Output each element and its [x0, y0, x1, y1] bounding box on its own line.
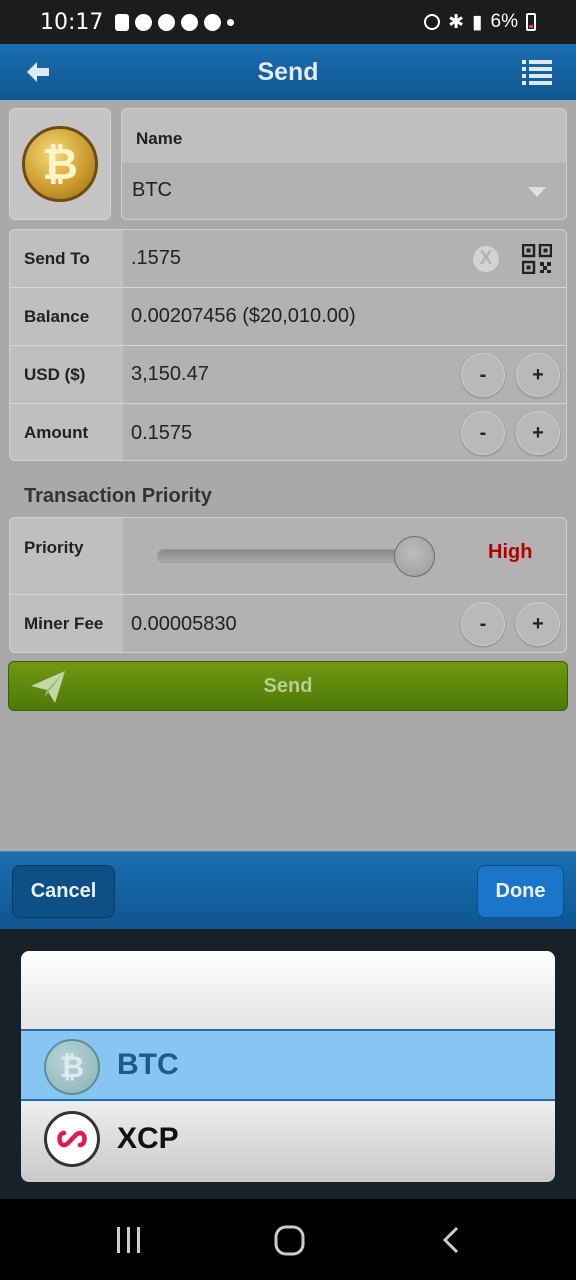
name-label: Name: [136, 129, 183, 148]
picker-option-label: BTC: [117, 1048, 179, 1081]
picker-option-label: XCP: [117, 1122, 179, 1155]
miner-fee-label: Miner Fee: [24, 614, 104, 633]
usd-decrement-button[interactable]: -: [461, 353, 505, 397]
amount-label: Amount: [24, 423, 89, 442]
send-to-row: Send To .1575 X: [10, 230, 566, 288]
done-button[interactable]: Done: [477, 865, 564, 918]
send-to-label: Send To: [24, 248, 90, 268]
system-nav-bar: [0, 1199, 576, 1280]
picker-option-btc[interactable]: ₿ BTC: [21, 1029, 555, 1101]
cancel-button[interactable]: Cancel: [12, 865, 115, 918]
paper-plane-icon: [31, 671, 65, 703]
coin-select[interactable]: BTC: [122, 163, 566, 219]
app-header: Send: [0, 44, 576, 100]
priority-row: Priority High: [10, 518, 566, 595]
priority-level: High: [488, 541, 533, 563]
facebook-icon: [204, 13, 222, 31]
send-form: Send To .1575 X Balance 0.00207456 ($20,…: [9, 229, 567, 461]
usd-row: USD ($) 3,150.47 - +: [10, 346, 566, 404]
fee-decrement-button[interactable]: -: [461, 602, 505, 646]
coin-picker-wheel[interactable]: ₿ BTC XCP: [21, 951, 555, 1182]
send-button[interactable]: Send: [8, 661, 568, 711]
priority-slider-track[interactable]: [157, 549, 419, 563]
bitcoin-icon: ₿: [44, 1039, 100, 1095]
miner-fee-row: Miner Fee 0.00005830 - +: [10, 595, 566, 652]
picker-option-xcp[interactable]: XCP: [21, 1103, 555, 1175]
coin-image-box: ₿: [9, 108, 111, 220]
back-nav-icon[interactable]: [440, 1225, 462, 1255]
amount-increment-button[interactable]: +: [516, 411, 560, 455]
messenger-icon: [135, 13, 153, 31]
bitcoin-icon: ₿: [22, 126, 98, 202]
clear-icon[interactable]: X: [473, 246, 499, 272]
priority-panel: Priority High Miner Fee 0.00005830 - +: [9, 517, 567, 653]
page-title: Send: [257, 57, 319, 86]
balance-label: Balance: [24, 306, 90, 326]
signal-icon: ▮: [472, 11, 483, 33]
transaction-priority-heading: Transaction Priority: [24, 485, 212, 507]
balance-row: Balance 0.00207456 ($20,010.00): [10, 288, 566, 346]
dropdown-caret-icon[interactable]: [528, 187, 546, 197]
battery-percent: 6%: [490, 11, 518, 32]
counterparty-icon: [44, 1111, 100, 1167]
bluetooth-icon: ✱: [448, 11, 465, 33]
messenger-icon: [158, 13, 176, 31]
amount-decrement-button[interactable]: -: [461, 411, 505, 455]
list-menu-icon[interactable]: [522, 59, 552, 85]
qr-scan-icon[interactable]: [522, 244, 552, 274]
back-arrow-icon[interactable]: [24, 58, 52, 86]
system-icons: ✱ ▮ 6%: [424, 11, 536, 34]
balance-value: 0.00207456 ($20,010.00): [123, 288, 566, 345]
send-button-label: Send: [263, 674, 313, 697]
status-time: 10:17: [40, 9, 104, 35]
send-to-input[interactable]: .1575: [123, 230, 566, 287]
alarm-icon: [424, 14, 441, 30]
amount-row: Amount 0.1575 - +: [10, 404, 566, 460]
notification-icons: [115, 13, 235, 31]
fee-increment-button[interactable]: +: [516, 602, 560, 646]
recent-apps-icon[interactable]: [115, 1225, 143, 1255]
coin-name-field[interactable]: Name BTC: [121, 108, 567, 220]
usd-increment-button[interactable]: +: [516, 353, 560, 397]
priority-label: Priority: [24, 538, 84, 557]
facebook-icon: [181, 13, 199, 31]
usd-label: USD ($): [24, 364, 86, 384]
alert-icon: [115, 13, 130, 31]
picker-toolbar: Cancel Done: [0, 851, 576, 929]
home-icon[interactable]: [274, 1225, 305, 1256]
more-notifications-icon: [227, 18, 235, 26]
battery-icon: [526, 13, 536, 31]
status-bar: 10:17 ✱ ▮ 6%: [0, 0, 576, 44]
